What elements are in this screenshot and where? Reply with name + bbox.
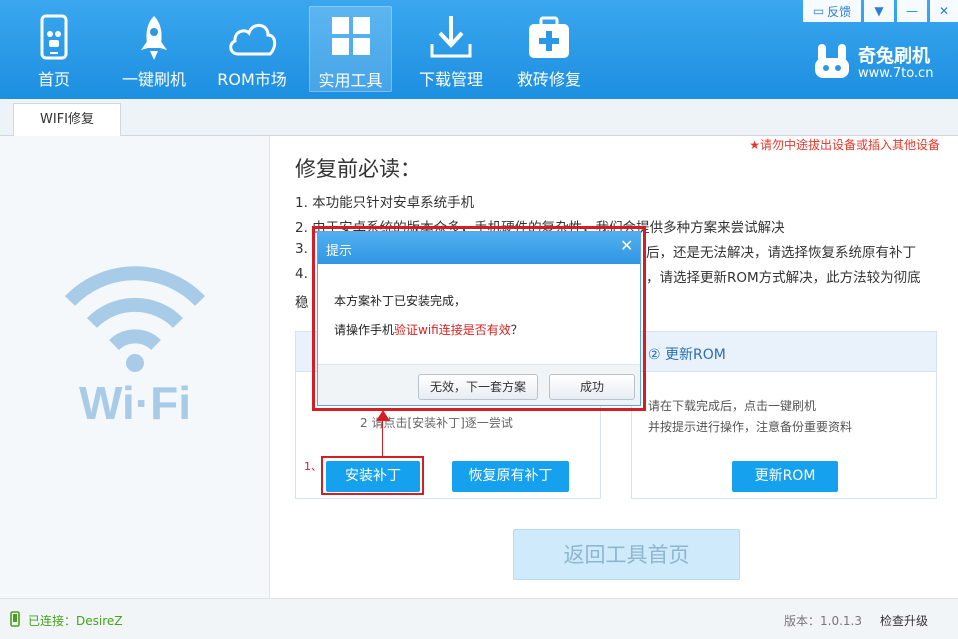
menu-dropdown-button[interactable]: ▼ [864,0,894,22]
info-line-4-prefix: 4. [295,266,308,282]
nav-label: ROM市场 [217,70,287,89]
dialog-message-2-highlight: 验证wifi连接是否有效 [394,323,511,337]
wifi-logo-text: Wi·Fi [79,377,191,421]
nav-label: 下载管理 [418,70,483,89]
nav-rom-market[interactable]: ROM市场 [212,8,292,92]
nav-tools[interactable]: 实用工具 [309,6,392,92]
option-panel-rom: ② 更新ROM 请在下载完成后，点击一键刷机 并按提示进行操作，注意备份重要资料… [631,331,937,499]
nav-home[interactable]: 首页 [24,8,84,92]
nav-label: 救砖修复 [516,70,581,89]
dialog-close-icon[interactable]: ✕ [620,237,633,255]
dialog-title: 提示 [326,244,353,259]
nav-label: 一键刷机 [121,70,186,89]
nav-downloads[interactable]: 下载管理 [412,8,490,92]
connection-status: 已连接：DesireZ [28,614,123,628]
top-header: 首页 一键刷机 ROM市场 实用工具 下载管理 救砖修复 ▭ 反馈 ▼ — ✕ … [0,0,958,99]
rom-panel-title: ② 更新ROM [648,347,726,363]
dialog-footer: 无效，下一套方案 成功 [318,364,640,405]
version-label: 版本：1.0.1.3 [784,614,862,628]
left-pane: Wi·Fi [0,136,270,598]
info-line-5-prefix: 稳 [295,295,309,311]
warning-text: ★请勿中途拔出设备或插入其他设备 [749,138,940,152]
chevron-down-icon: ▼ [874,4,884,18]
chat-icon: ▭ [812,4,825,18]
arrow-up-icon [376,410,390,421]
nav-unbrick[interactable]: 救砖修复 [510,8,588,92]
rabbit-logo-icon [815,44,849,78]
info-line-3-prefix: 3. [295,241,308,257]
wifi-icon: Wi·Fi [64,266,206,421]
tab-bar: WIFI修复 [0,99,958,137]
phone-connected-icon [10,611,20,627]
update-rom-button[interactable]: 更新ROM [732,461,838,492]
panel-header: ② 更新ROM [632,332,936,372]
dialog-message-2-suffix: ？ [510,323,523,337]
restore-patch-button[interactable]: 恢复原有补丁 [452,461,569,492]
prompt-dialog: 提示 ✕ 本方案补丁已安装完成， 请操作手机验证wifi连接是否有效？ 无效，下… [317,231,641,406]
nav-label: 首页 [37,70,70,89]
rom-desc-2: 并按提示进行操作，注意备份重要资料 [648,420,853,434]
dialog-message-2-prefix: 请操作手机 [334,323,395,337]
annotation-arrow-line [382,418,383,456]
dialog-message-1: 本方案补丁已安装完成， [334,294,467,308]
dialog-titlebar: 提示 ✕ [318,232,640,264]
info-line-1: 1. 本功能只针对安卓系统手机 [295,195,475,211]
medkit-icon [529,16,569,58]
rom-desc-1: 请在下载完成后，点击一键刷机 [648,399,817,413]
install-button-highlight [321,456,424,495]
next-solution-button[interactable]: 无效，下一套方案 [418,374,538,400]
back-to-tools-button[interactable]: 返回工具首页 [513,529,740,580]
minimize-button[interactable]: — [897,0,927,22]
check-upgrade-link[interactable]: 检查升级 [880,612,928,629]
grid-icon [331,17,370,55]
download-icon [430,16,472,58]
phone-icon [40,14,68,60]
nav-label: 实用工具 [318,71,383,90]
brand-name: 奇兔刷机 [858,46,930,67]
page-title: 修复前必读： [295,157,421,181]
success-button[interactable]: 成功 [549,374,635,400]
tab-wifi-repair[interactable]: WIFI修复 [13,103,121,137]
feedback-label: 反馈 [827,4,852,19]
rocket-icon [141,16,167,60]
close-icon: ✕ [938,4,950,18]
cloud-icon [229,23,277,56]
close-window-button[interactable]: ✕ [930,0,958,22]
info-line-4-rest: ，请选择更新ROM方式解决，此方法较为彻底 [646,270,921,286]
feedback-button[interactable]: ▭ 反馈 [803,0,861,22]
dialog-message-2: 请操作手机验证wifi连接是否有效？ [334,321,523,338]
minimize-icon: — [906,4,918,18]
brand-url: www.7to.cn [858,66,934,81]
brand: 奇兔刷机 www.7to.cn [812,40,952,84]
info-line-3-rest: 后，还是无法解决，请选择恢复系统原有补丁 [646,245,916,261]
status-bar: 已连接：DesireZ 版本：1.0.1.3 检查升级 [0,598,958,639]
step-marker: 1、 [304,460,322,473]
nav-one-click-flash[interactable]: 一键刷机 [115,8,193,92]
